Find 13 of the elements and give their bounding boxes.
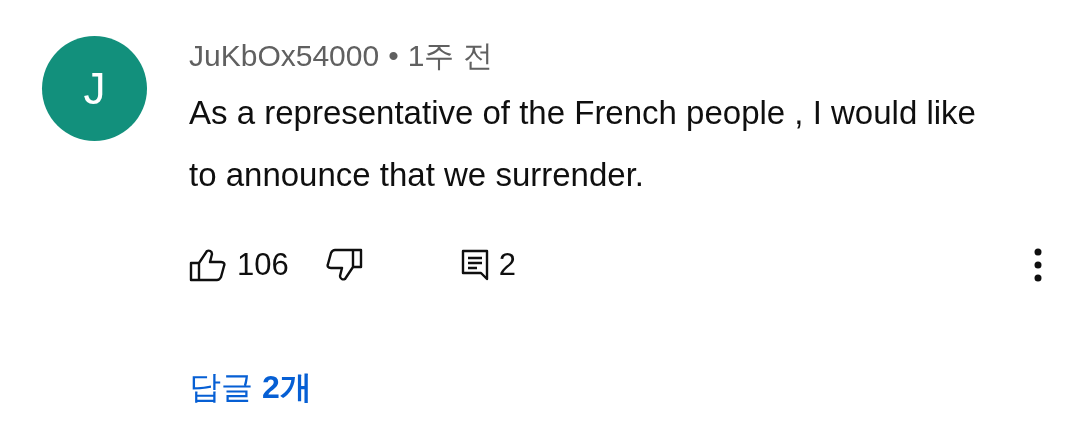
thumbs-up-icon bbox=[189, 248, 227, 282]
timestamp: 1주 전 bbox=[407, 37, 493, 74]
reply-count-button[interactable]: 2 bbox=[460, 247, 516, 283]
thumbs-down-icon bbox=[324, 248, 363, 282]
comment-text: As a representative of the French people , I would like to announce that we surrender. bbox=[189, 93, 977, 195]
replies-link[interactable]: 답글 2개 bbox=[189, 366, 312, 410]
dislike-button[interactable] bbox=[324, 248, 363, 282]
more-options-icon[interactable] bbox=[1034, 248, 1042, 282]
separator-dot: • bbox=[388, 39, 399, 73]
comment-icon bbox=[460, 249, 489, 281]
author-name[interactable]: JuKbOx54000 bbox=[189, 39, 380, 73]
avatar[interactable]: J bbox=[42, 36, 147, 141]
like-button[interactable]: 106 bbox=[189, 247, 289, 283]
